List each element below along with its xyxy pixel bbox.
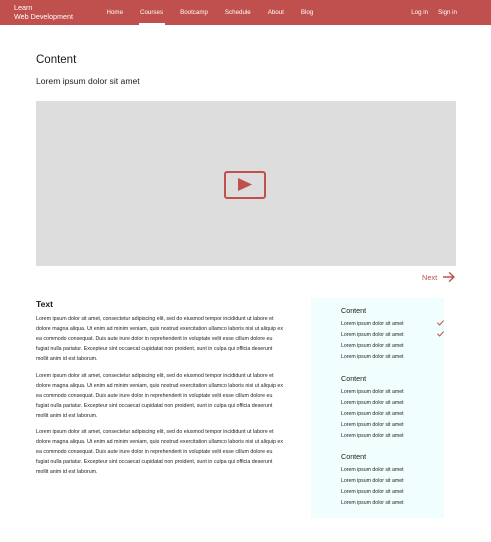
sidebar-section-heading: Content <box>341 306 367 315</box>
page-subtitle: Lorem ipsum dolor sit amet <box>36 76 140 86</box>
brand-line-2: Web Development <box>14 11 73 21</box>
next-button[interactable]: Next <box>422 271 455 283</box>
sidebar-lesson-item[interactable]: Lorem ipsum dolor sit amet <box>341 342 404 350</box>
sidebar-lesson-label: Lorem ipsum dolor sit amet <box>341 332 404 338</box>
nav-about[interactable]: About <box>259 0 292 25</box>
sidebar-lesson-label: Lorem ipsum dolor sit amet <box>341 400 404 406</box>
sidebar-lesson-item[interactable]: Lorem ipsum dolor sit amet <box>341 466 404 474</box>
sidebar-lesson-item[interactable]: Lorem ipsum dolor sit amet <box>341 421 404 429</box>
text-section-heading: Text <box>36 299 54 309</box>
next-label: Next <box>422 272 438 282</box>
body-paragraph-1: Lorem ipsum dolor sit amet, consectetur … <box>36 316 284 362</box>
play-icon <box>238 178 252 191</box>
sidebar-lesson-item[interactable]: Lorem ipsum dolor sit amet <box>341 388 404 396</box>
sidebar-lesson-item[interactable]: Lorem ipsum dolor sit amet <box>341 477 404 485</box>
checkmark-icon <box>437 320 444 326</box>
body-paragraph-3: Lorem ipsum dolor sit amet, consectetur … <box>36 429 284 475</box>
brand-logo[interactable]: Learn Web Development <box>14 3 73 21</box>
sidebar-lesson-label: Lorem ipsum dolor sit amet <box>341 467 404 473</box>
sidebar-section-heading: Content <box>341 374 367 383</box>
nav-schedule[interactable]: Schedule <box>216 0 259 25</box>
play-button[interactable] <box>224 171 266 199</box>
sidebar-lesson-label: Lorem ipsum dolor sit amet <box>341 354 404 360</box>
page-title: Content <box>36 54 77 66</box>
main-nav: Home Courses Bootcamp Schedule About Blo… <box>98 0 322 25</box>
sidebar-lesson-label: Lorem ipsum dolor sit amet <box>341 500 404 506</box>
sidebar-lesson-label: Lorem ipsum dolor sit amet <box>341 422 404 428</box>
sidebar-lesson-item[interactable]: Lorem ipsum dolor sit amet <box>341 320 444 328</box>
body-paragraph-2: Lorem ipsum dolor sit amet, consectetur … <box>36 373 284 419</box>
sidebar-lesson-label: Lorem ipsum dolor sit amet <box>341 433 404 439</box>
nav-bootcamp[interactable]: Bootcamp <box>172 0 217 25</box>
sidebar-lesson-item[interactable]: Lorem ipsum dolor sit amet <box>341 488 404 496</box>
sidebar-lesson-item[interactable]: Lorem ipsum dolor sit amet <box>341 399 404 407</box>
sidebar-lesson-label: Lorem ipsum dolor sit amet <box>341 411 404 417</box>
nav-home[interactable]: Home <box>98 0 132 25</box>
sidebar-lesson-item[interactable]: Lorem ipsum dolor sit amet <box>341 499 404 507</box>
nav-courses[interactable]: Courses <box>132 0 172 25</box>
sidebar-lesson-item[interactable]: Lorem ipsum dolor sit amet <box>341 353 404 361</box>
sidebar-lesson-item[interactable]: Lorem ipsum dolor sit amet <box>341 331 444 339</box>
sidebar-lesson-item[interactable]: Lorem ipsum dolor sit amet <box>341 432 404 440</box>
login-link[interactable]: Log in <box>401 0 428 25</box>
course-sidebar: Content Lorem ipsum dolor sit amet Lorem… <box>311 298 444 518</box>
sidebar-lesson-item[interactable]: Lorem ipsum dolor sit amet <box>341 410 404 418</box>
sidebar-section-heading: Content <box>341 452 367 461</box>
checkmark-icon <box>437 331 444 337</box>
top-navigation-bar: Learn Web Development Home Courses Bootc… <box>0 0 491 25</box>
auth-links: Log in Sign in <box>401 0 457 25</box>
sidebar-lesson-label: Lorem ipsum dolor sit amet <box>341 389 404 395</box>
sidebar-lesson-label: Lorem ipsum dolor sit amet <box>341 478 404 484</box>
sidebar-lesson-label: Lorem ipsum dolor sit amet <box>341 489 404 495</box>
nav-blog[interactable]: Blog <box>292 0 321 25</box>
sidebar-lesson-label: Lorem ipsum dolor sit amet <box>341 343 404 349</box>
signin-link[interactable]: Sign in <box>428 0 457 25</box>
arrow-right-icon <box>443 272 455 282</box>
sidebar-lesson-label: Lorem ipsum dolor sit amet <box>341 321 404 327</box>
